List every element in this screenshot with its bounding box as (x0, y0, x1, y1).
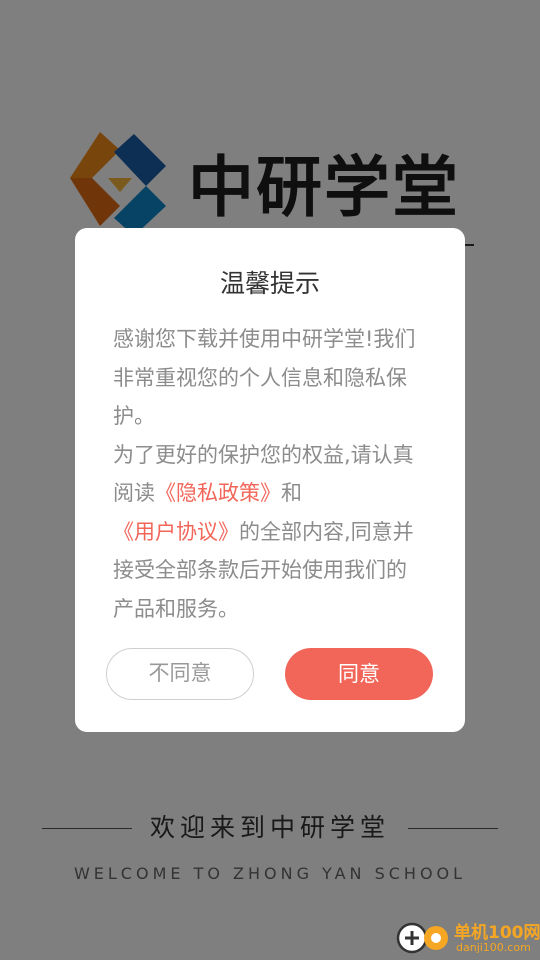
user-agreement-link[interactable]: 《用户协议》 (113, 520, 239, 544)
dialog-body: 感谢您下载并使用中研学堂!我们非常重视您的个人信息和隐私保护。 为了更好的保护您… (113, 320, 418, 628)
privacy-policy-link[interactable]: 《隐私政策》 (155, 481, 281, 505)
dialog-paragraph-1: 感谢您下载并使用中研学堂!我们非常重视您的个人信息和隐私保护。 (113, 327, 416, 428)
privacy-dialog: 温馨提示 感谢您下载并使用中研学堂!我们非常重视您的个人信息和隐私保护。 为了更… (75, 228, 465, 732)
disagree-button[interactable]: 不同意 (106, 648, 254, 700)
watermark-url: danji100.com (456, 941, 531, 954)
site-watermark: 单机100网 danji100.com (392, 912, 540, 960)
dialog-title: 温馨提示 (219, 269, 320, 298)
dialog-text-and: 和 (281, 481, 302, 505)
watermark-name: 单机100网 (454, 923, 540, 943)
danji100-logo-icon (396, 922, 448, 954)
agree-button[interactable]: 同意 (285, 648, 433, 700)
dialog-paragraph-2: 为了更好的保护您的权益,请认真阅读《隐私政策》和《用户协议》的全部内容,同意并接… (113, 436, 418, 629)
